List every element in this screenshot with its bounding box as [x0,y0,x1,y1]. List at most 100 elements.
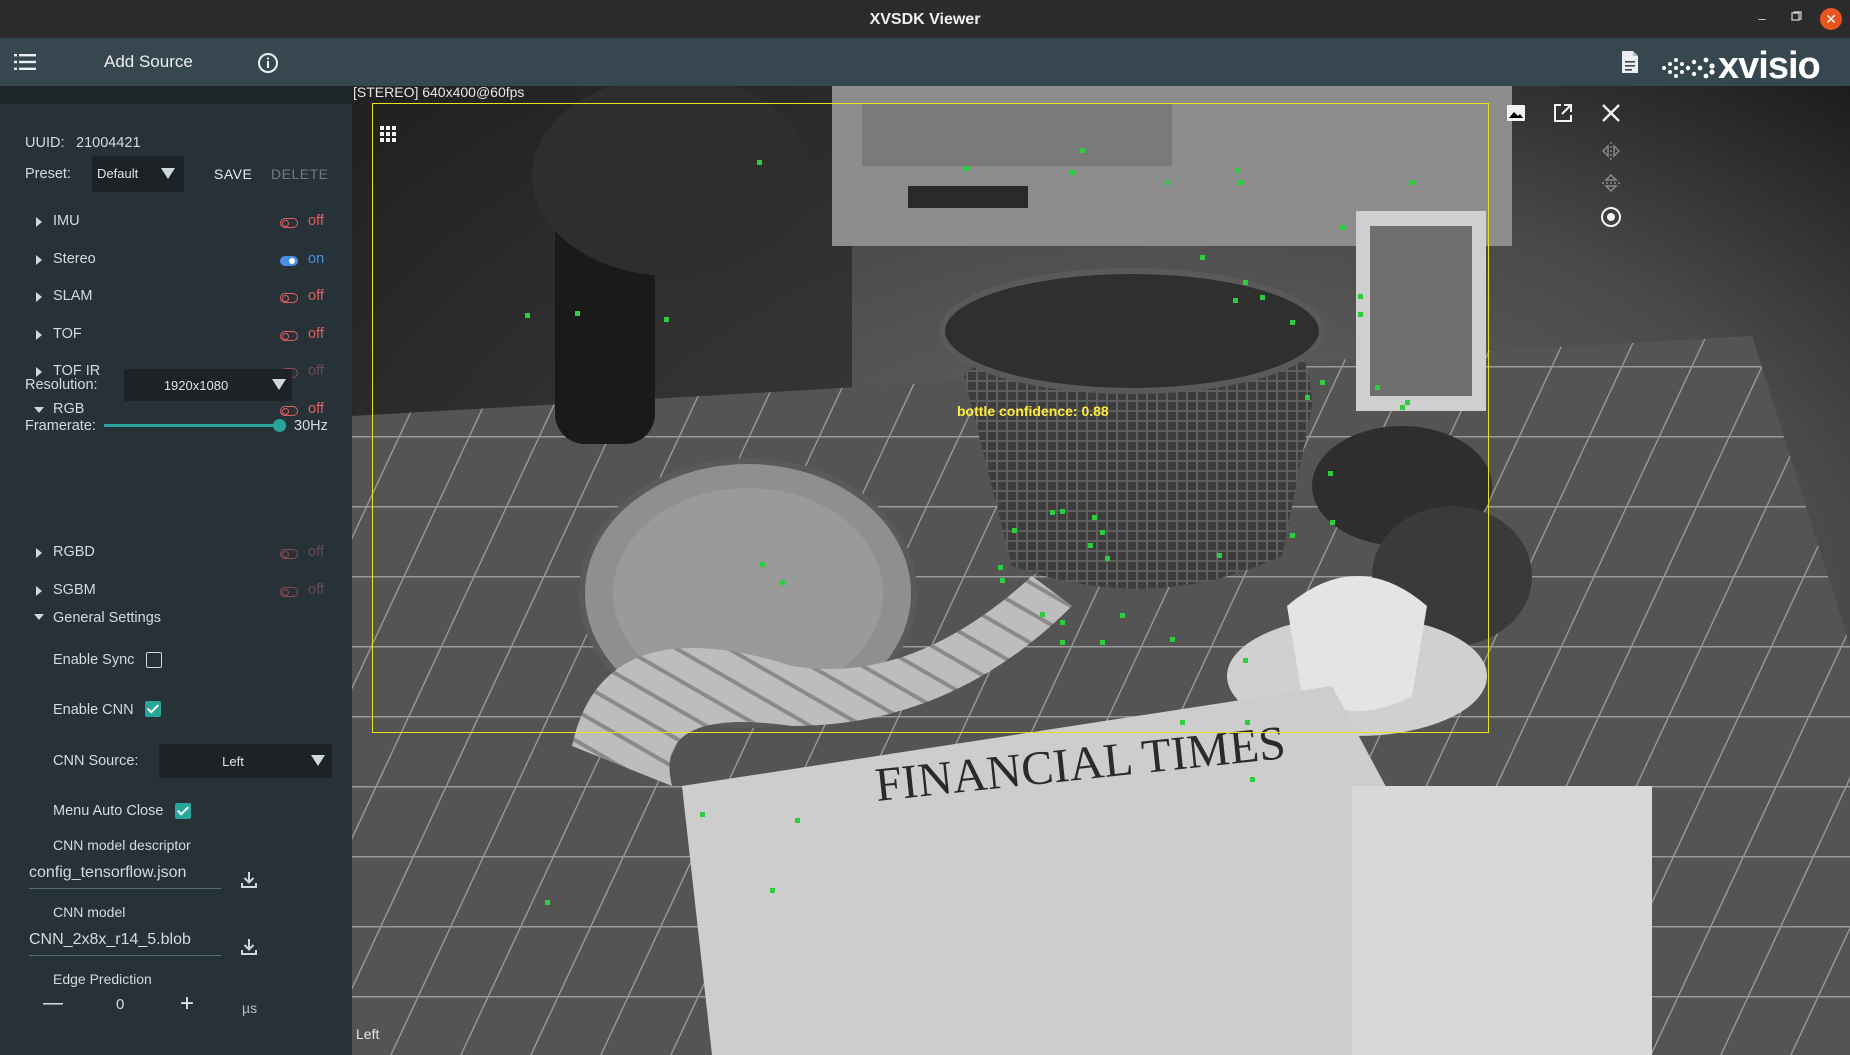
toggle-switch[interactable] [280,549,298,559]
enable-sync-label: Enable Sync [53,652,135,668]
info-circle-icon[interactable] [257,52,279,74]
menu-auto-close-checkbox[interactable] [175,803,191,819]
source-label: Left [356,1026,380,1042]
collapse-arrow-icon[interactable] [36,586,42,596]
chevron-down-icon [272,379,286,390]
collapse-arrow-icon[interactable] [36,217,42,227]
enable-sync-checkbox[interactable] [146,652,162,668]
toggle-state-label: off [308,288,324,305]
feature-point [770,888,775,893]
download-icon[interactable] [239,937,259,957]
restore-button[interactable] [1788,11,1804,27]
chevron-down-icon [161,168,175,179]
toggle-state-label: off [308,325,324,342]
video-view[interactable]: FINANCIAL TIMES [STEREO] 640x400@60fps b… [352,86,1850,1055]
expand-arrow-icon[interactable] [34,614,44,620]
grid-icon[interactable] [380,126,396,142]
section-label: Stereo [53,250,96,267]
decrement-button[interactable]: — [43,992,63,1015]
app-window: XVSDK Viewer – ✕ Add Source xvisio UUID:… [0,0,1850,1055]
flip-icon[interactable] [1600,172,1622,194]
detection-label: bottle confidence: 0.88 [957,403,1109,419]
cnn-descriptor-label: CNN model descriptor [53,837,191,853]
section-row-rgbd[interactable]: RGBD off [0,541,352,565]
preset-dropdown[interactable]: Default [92,156,184,192]
toggle-switch[interactable] [280,587,298,597]
toggle-switch[interactable] [280,330,298,341]
section-label: IMU [53,213,80,229]
close-window-button[interactable]: ✕ [1820,8,1842,30]
cnn-source-value: Left [222,754,244,769]
uuid-value: 21004421 [76,135,141,151]
section-row-stereo[interactable]: Stereo on [0,248,352,272]
collapse-arrow-icon[interactable] [36,329,42,340]
cnn-model-field[interactable]: CNN_2x8x_r14_5.blob [29,931,221,956]
stream-label: [STEREO] 640x400@60fps [353,86,525,100]
resolution-dropdown[interactable]: 1920x1080 [124,369,292,401]
expand-arrow-icon[interactable] [34,407,44,413]
toggle-state-label: off [308,363,324,380]
open-external-icon[interactable] [1552,102,1574,124]
feature-point [795,818,800,823]
feature-point [545,900,550,905]
toggle-state-label: off [308,213,324,229]
toggle-switch[interactable] [280,406,298,416]
record-icon[interactable] [1600,206,1622,228]
preset-label: Preset: [25,166,71,182]
framerate-value: 30Hz [294,418,328,434]
section-row-imu[interactable]: IMU off [0,210,352,234]
edge-prediction-label: Edge Prediction [53,971,152,987]
increment-button[interactable]: + [180,990,194,1018]
rotate-icon[interactable] [1600,140,1622,162]
toggle-switch[interactable] [280,218,298,228]
detection-bounding-box [372,103,1489,733]
slider-thumb[interactable] [273,419,286,432]
collapse-arrow-icon[interactable] [36,548,42,558]
settings-panel: UUID: 21004421 Preset: Default SAVE DELE… [0,86,352,1055]
preset-value: Default [97,166,139,181]
minimize-button[interactable]: – [1754,11,1770,27]
section-label: SLAM [53,288,93,305]
section-label: SGBM [53,582,96,598]
slider-track [104,424,279,427]
general-settings-header[interactable]: General Settings [53,610,161,626]
cnn-descriptor-field[interactable]: config_tensorflow.json [29,864,221,889]
document-icon[interactable] [1620,50,1640,74]
edge-prediction-unit: µs [242,1000,258,1016]
toggle-state-label: off [308,544,324,560]
title-bar: XVSDK Viewer – ✕ [0,0,1850,38]
toggle-switch[interactable] [280,293,298,304]
section-row-tof[interactable]: TOF off [0,323,352,347]
image-icon[interactable] [1505,102,1527,124]
section-row-sgbm[interactable]: SGBM off [0,579,352,603]
feature-point [700,812,705,817]
collapse-arrow-icon[interactable] [36,367,42,378]
collapse-arrow-icon[interactable] [36,292,42,303]
cnn-model-label: CNN model [53,904,126,920]
enable-cnn-checkbox[interactable] [145,701,161,717]
menu-auto-close-label: Menu Auto Close [53,803,164,819]
add-source-button[interactable]: Add Source [104,52,193,72]
section-row-slam[interactable]: SLAM off [0,285,352,309]
resolution-value: 1920x1080 [163,378,229,393]
xvisio-logo-icon: xvisio [1662,45,1821,87]
close-icon[interactable] [1600,102,1622,124]
section-label: RGBD [53,544,95,560]
collapse-arrow-icon[interactable] [36,254,42,265]
edge-prediction-value[interactable]: 0 [116,996,124,1013]
download-icon[interactable] [239,870,259,890]
feature-point [1250,777,1255,782]
window-title: XVSDK Viewer [869,11,981,28]
xvisio-logo: xvisio [1660,44,1846,87]
menu-list-icon[interactable] [14,52,36,72]
panel-top-strip [0,86,352,104]
cnn-source-dropdown[interactable]: Left [159,744,332,778]
save-button[interactable]: SAVE [214,166,252,182]
uuid-label: UUID: [25,135,65,151]
delete-button[interactable]: DELETE [271,166,328,182]
enable-cnn-label: Enable CNN [53,702,134,718]
resolution-label: Resolution: [25,377,98,393]
section-label: RGB [53,401,85,417]
toggle-switch[interactable] [280,255,298,266]
chevron-down-icon [311,755,325,766]
